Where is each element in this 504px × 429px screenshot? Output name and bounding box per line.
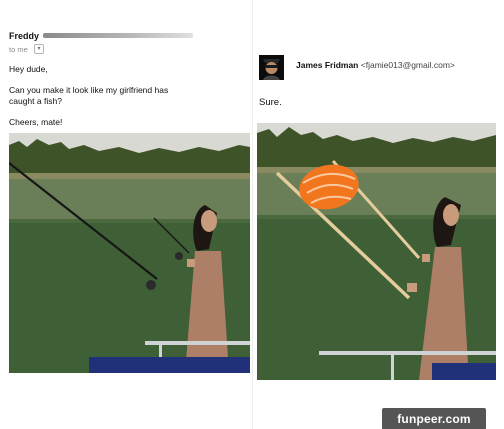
reply-sender-email: <fjamie013@gmail.com> (360, 60, 455, 70)
edited-photo (257, 123, 496, 380)
sender-avatar[interactable] (259, 55, 284, 80)
reply-sender: James Fridman <fjamie013@gmail.com> (296, 60, 455, 70)
email-request-line-2: caught a fish? (9, 96, 62, 106)
redacted-surname (43, 33, 193, 38)
details-dropdown-icon[interactable]: ▾ (34, 44, 44, 54)
original-email-panel: Freddy to me ▾ Hey dude, Can you make it… (0, 0, 252, 429)
email-request-line-1: Can you make it look like my girlfriend … (9, 85, 169, 95)
recipient-label: to me (9, 45, 28, 54)
reply-panel: James Fridman <fjamie013@gmail.com> Sure… (252, 0, 504, 429)
email-signoff: Cheers, mate! (9, 117, 63, 127)
watermark-badge: funpeer.com (382, 408, 486, 429)
email-greeting: Hey dude, (9, 64, 48, 74)
original-photo (9, 133, 250, 373)
reply-message: Sure. (259, 97, 282, 108)
sender-name: Freddy (9, 31, 40, 41)
reply-sender-name: James Fridman (296, 60, 359, 70)
